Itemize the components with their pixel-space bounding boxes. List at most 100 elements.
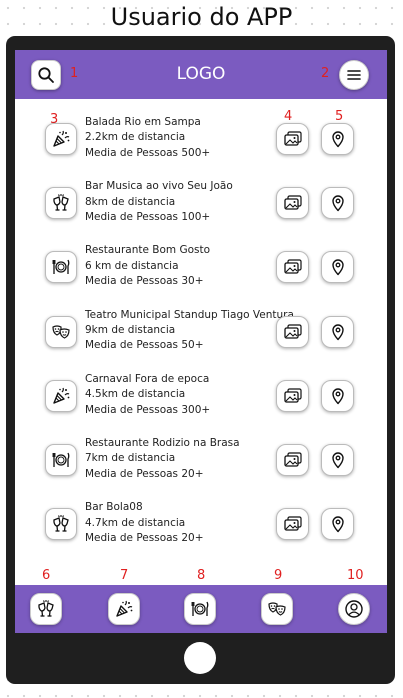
venue-list-item[interactable]: Bar Musica ao vivo Seu João 8km de distan…	[15, 171, 387, 235]
location-pin-icon	[330, 130, 346, 148]
nav-button-theater-masks[interactable]	[261, 593, 293, 625]
photos-button[interactable]	[276, 508, 309, 541]
venue-category-button[interactable]	[45, 315, 77, 348]
photos-icon	[283, 130, 303, 148]
menu-button[interactable]	[339, 60, 369, 90]
venue-info: Bar Musica ao vivo Seu João 8km de distan…	[85, 179, 233, 225]
photos-icon	[283, 515, 303, 533]
location-button[interactable]	[321, 187, 354, 220]
venue-distance: 6 km de distancia	[85, 259, 179, 272]
photos-button[interactable]	[276, 379, 309, 412]
plate-cutlery-icon	[190, 599, 210, 619]
nav-button-cheers-glasses[interactable]	[30, 593, 62, 625]
photos-icon	[283, 194, 303, 212]
venue-distance: 4.7km de distancia	[85, 516, 186, 529]
venue-list-item[interactable]: Teatro Municipal Standup Tiago Ventura 9k…	[15, 300, 387, 364]
venue-name: Teatro Municipal Standup Tiago Ventura	[85, 308, 294, 321]
photos-button[interactable]	[276, 123, 309, 155]
venue-info: Balada Rio em Sampa 2.2km de distancia Med…	[85, 115, 210, 161]
venue-name: Restaurante Rodizio na Brasa	[85, 437, 240, 449]
annotation-marker: 8	[197, 568, 206, 583]
venue-distance: 7km de distancia	[85, 452, 176, 465]
venue-distance: 4.5km de distancia	[85, 388, 186, 401]
top-bar: 1 LOGO 2	[15, 50, 387, 99]
location-button[interactable]	[321, 123, 354, 155]
app-logo: LOGO	[176, 64, 226, 84]
theater-masks-icon	[51, 322, 71, 342]
photos-button[interactable]	[276, 251, 309, 284]
venue-list-item[interactable]: Restaurante Bom Gosto 6 km de distancia Me…	[15, 235, 387, 299]
venue-category-button[interactable]	[45, 251, 77, 284]
hamburger-menu-icon	[347, 69, 361, 81]
venue-info: Carnaval Fora de epoca 4.5km de distancia…	[85, 372, 210, 418]
bottom-nav-bar	[15, 585, 387, 633]
location-pin-icon	[330, 258, 346, 276]
plate-cutlery-icon	[51, 450, 71, 470]
theater-masks-icon	[267, 599, 287, 619]
venue-distance: 8km de distancia	[85, 195, 176, 208]
location-button[interactable]	[321, 379, 354, 412]
cheers-glasses-icon	[36, 599, 56, 619]
photos-icon	[283, 323, 303, 341]
location-pin-icon	[330, 194, 346, 212]
nav-button-user-profile[interactable]	[338, 593, 370, 625]
venue-people: Media de Pessoas 100+	[85, 210, 211, 223]
annotation-marker: 2	[321, 66, 330, 81]
photos-button[interactable]	[276, 444, 309, 476]
photos-button[interactable]	[276, 187, 309, 220]
location-button[interactable]	[321, 315, 354, 348]
venue-list-item[interactable]: Restaurante Rodizio na Brasa 7km de dista…	[15, 428, 387, 492]
annotation-marker: 9	[274, 568, 283, 583]
cheers-glasses-icon	[51, 514, 71, 534]
venue-category-button[interactable]	[45, 508, 77, 541]
venue-distance: 9km de distancia	[85, 323, 176, 336]
venue-name: Balada Rio em Sampa	[85, 116, 201, 128]
cheers-glasses-icon	[51, 193, 71, 213]
user-profile-icon	[344, 599, 364, 619]
venue-info: Restaurante Bom Gosto 6 km de distancia Me…	[85, 243, 210, 289]
venue-info: Restaurante Rodizio na Brasa 7km de dista…	[85, 436, 240, 482]
annotation-marker: 6	[42, 568, 51, 583]
party-popper-icon	[114, 599, 134, 619]
photos-icon	[283, 258, 303, 276]
party-popper-icon	[51, 129, 71, 149]
venue-list-item[interactable]: Bar Bola08 4.7km de distancia Media de Pes…	[15, 492, 387, 556]
venue-people: Media de Pessoas 30+	[85, 275, 204, 288]
venue-name: Bar Musica ao vivo Seu João	[85, 180, 233, 193]
venue-info: Teatro Municipal Standup Tiago Ventura 9k…	[85, 308, 294, 354]
photos-icon	[283, 451, 303, 469]
location-pin-icon	[330, 515, 346, 533]
venue-category-button[interactable]	[45, 187, 77, 220]
venue-name: Restaurante Bom Gosto	[85, 244, 211, 257]
venue-category-button[interactable]	[45, 444, 77, 476]
party-popper-icon	[51, 386, 71, 406]
venue-people: Media de Pessoas 500+	[85, 146, 211, 159]
location-pin-icon	[330, 323, 346, 341]
venue-people: Media de Pessoas 20+	[85, 531, 204, 544]
venue-category-button[interactable]	[45, 123, 77, 155]
venue-people: Media de Pessoas 20+	[85, 467, 204, 480]
venue-name: Carnaval Fora de epoca	[85, 372, 210, 385]
location-button[interactable]	[321, 251, 354, 284]
nav-button-plate-cutlery[interactable]	[184, 593, 216, 625]
annotation-marker: 7	[120, 568, 129, 583]
app-screen: 1 LOGO 2 3 4 5 Balada Rio em Sampa 2.2km …	[15, 50, 387, 633]
location-pin-icon	[330, 451, 346, 469]
photos-button[interactable]	[276, 315, 309, 348]
home-button[interactable]	[184, 642, 216, 674]
venue-list-item[interactable]: Carnaval Fora de epoca 4.5km de distancia…	[15, 364, 387, 428]
venue-category-button[interactable]	[45, 379, 77, 412]
location-pin-icon	[330, 387, 346, 405]
venue-list-item[interactable]: Balada Rio em Sampa 2.2km de distancia Med…	[15, 107, 387, 171]
venue-name: Bar Bola08	[85, 501, 143, 514]
nav-button-party-popper[interactable]	[108, 593, 140, 625]
venue-people: Media de Pessoas 50+	[85, 339, 204, 352]
location-button[interactable]	[321, 508, 354, 541]
page-title: Usuario do APP	[110, 3, 293, 31]
venue-distance: 2.2km de distancia	[85, 131, 186, 144]
venue-people: Media de Pessoas 300+	[85, 403, 211, 416]
location-button[interactable]	[321, 444, 354, 476]
annotation-marker: 10	[347, 568, 364, 583]
plate-cutlery-icon	[51, 257, 71, 277]
venue-info: Bar Bola08 4.7km de distancia Media de Pes…	[85, 500, 204, 546]
